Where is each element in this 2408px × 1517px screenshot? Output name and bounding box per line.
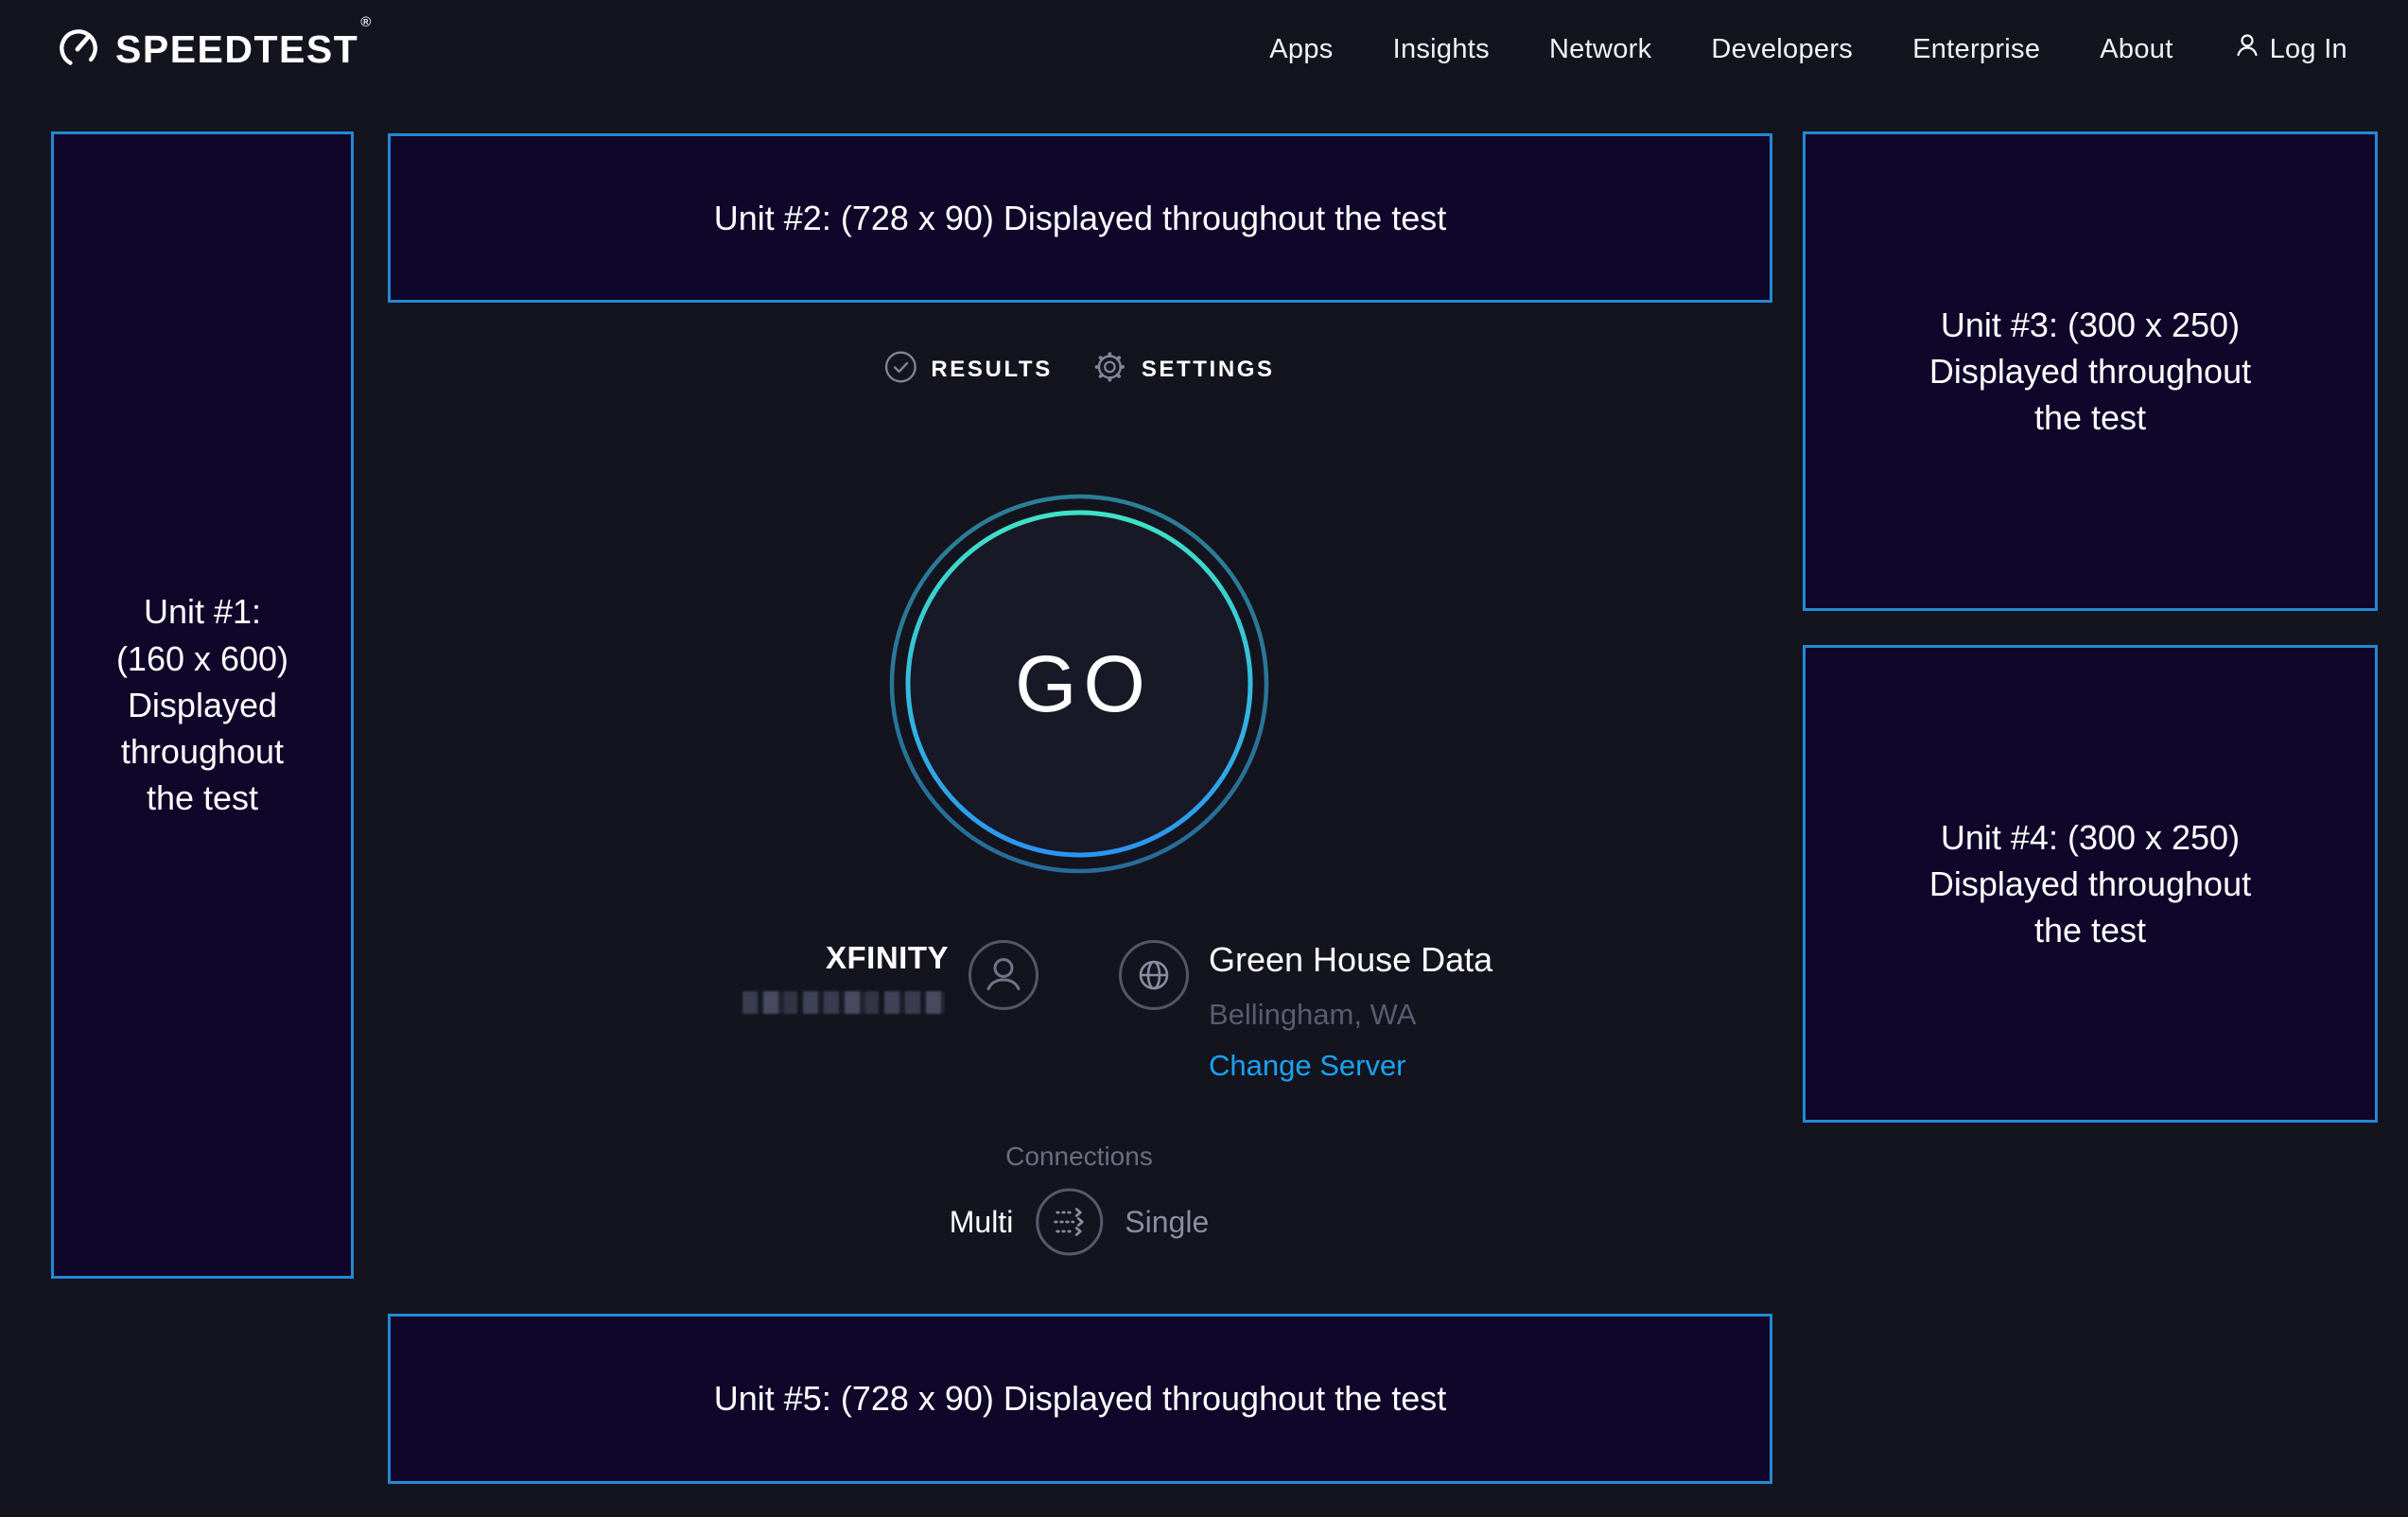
ad-unit-2-text: Unit #2: (728 x 90) Displayed throughout…: [714, 195, 1446, 241]
gear-icon: [1092, 349, 1128, 390]
check-circle-icon: [883, 350, 917, 389]
isp-name: XFINITY: [826, 939, 949, 977]
ad-unit-3-text: Unit #3: (300 x 250) Displayed throughou…: [1929, 302, 2251, 442]
results-label: RESULTS: [931, 357, 1052, 383]
nav-item-developers[interactable]: Developers: [1711, 34, 1853, 65]
tab-settings[interactable]: SETTINGS: [1092, 349, 1275, 390]
user-icon: [2233, 31, 2261, 67]
ad-unit-5-leaderboard[interactable]: Unit #5: (728 x 90) Displayed throughout…: [388, 1314, 1772, 1484]
connections-multi-option[interactable]: Multi: [950, 1205, 1014, 1240]
isp-block: XFINITY: [742, 939, 949, 1014]
trademark-mark: ®: [360, 14, 373, 30]
connections-label: Connections: [1005, 1140, 1153, 1174]
isp-person-icon: [968, 939, 1039, 1011]
ad-unit-2-leaderboard[interactable]: Unit #2: (728 x 90) Displayed throughout…: [388, 133, 1772, 303]
go-label: GO: [888, 493, 1270, 875]
logo-text: SPEEDTEST®: [115, 27, 371, 72]
main-nav: Apps Insights Network Developers Enterpr…: [1269, 31, 2347, 67]
go-button[interactable]: GO: [888, 493, 1270, 875]
server-location: Bellingham, WA: [1209, 996, 1492, 1034]
settings-label: SETTINGS: [1142, 357, 1275, 383]
ad-unit-4-rectangle[interactable]: Unit #4: (300 x 250) Displayed throughou…: [1803, 645, 2378, 1123]
nav-item-apps[interactable]: Apps: [1269, 34, 1333, 65]
tabs-row: RESULTS: [883, 349, 1274, 390]
nav-item-network[interactable]: Network: [1549, 34, 1651, 65]
connections-row: Multi Single: [950, 1188, 1210, 1256]
ad-unit-5-text: Unit #5: (728 x 90) Displayed throughout…: [714, 1375, 1446, 1421]
connections-single-option[interactable]: Single: [1125, 1205, 1209, 1240]
server-globe-icon: [1118, 939, 1190, 1011]
change-server-link[interactable]: Change Server: [1209, 1047, 1492, 1085]
ad-unit-3-rectangle[interactable]: Unit #3: (300 x 250) Displayed throughou…: [1803, 131, 2378, 611]
nav-item-about[interactable]: About: [2100, 34, 2172, 65]
login-label: Log In: [2270, 34, 2347, 65]
speedtest-page: SPEEDTEST® Apps Insights Network Develop…: [0, 0, 2408, 1517]
redacted-ip-blur: [742, 991, 945, 1014]
ad-unit-4-text: Unit #4: (300 x 250) Displayed throughou…: [1929, 814, 2251, 954]
connections-toggle-icon[interactable]: [1035, 1188, 1103, 1256]
login-button[interactable]: Log In: [2233, 31, 2347, 67]
ad-unit-1-text: Unit #1: (160 x 600) Displayed throughou…: [116, 588, 288, 822]
server-block: Green House Data Bellingham, WA Change S…: [1209, 939, 1492, 1085]
speedtest-logo[interactable]: SPEEDTEST®: [55, 24, 371, 76]
header: SPEEDTEST® Apps Insights Network Develop…: [0, 0, 2408, 98]
ad-unit-1-skyscraper[interactable]: Unit #1: (160 x 600) Displayed throughou…: [51, 131, 354, 1279]
tab-results[interactable]: RESULTS: [883, 350, 1052, 389]
nav-item-enterprise[interactable]: Enterprise: [1912, 34, 2040, 65]
server-name: Green House Data: [1209, 939, 1492, 981]
speedometer-icon: [55, 24, 102, 76]
nav-item-insights[interactable]: Insights: [1393, 34, 1490, 65]
